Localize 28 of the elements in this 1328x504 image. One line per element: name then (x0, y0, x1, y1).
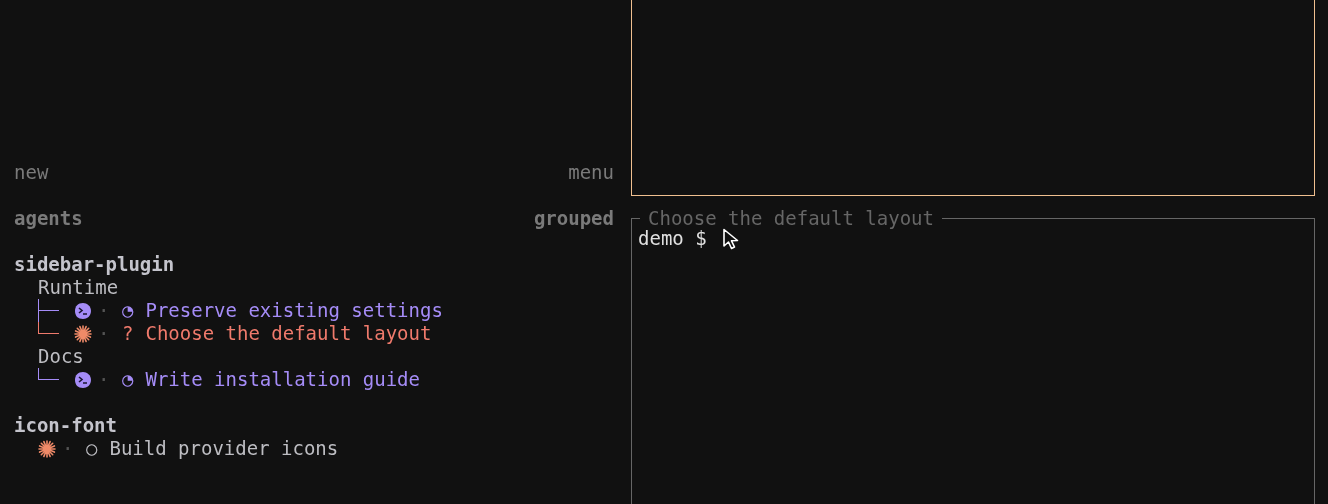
starburst-icon (38, 439, 56, 458)
separator-dot: · (98, 368, 110, 391)
separator-dot: · (98, 322, 110, 345)
project-name[interactable]: icon-font (14, 414, 117, 437)
view-label: agents (14, 207, 83, 230)
new-action[interactable]: new (14, 161, 49, 184)
separator-dot: · (98, 299, 110, 322)
mouse-pointer-icon (722, 228, 740, 250)
terminal-prompt: demo $ (638, 227, 707, 250)
status-symbol: ◔ (122, 368, 134, 391)
starburst-icon (74, 324, 92, 343)
task-title[interactable]: Write installation guide (145, 368, 420, 391)
terminal-icon (74, 370, 92, 389)
status-symbol: ○ (86, 437, 98, 460)
project-name[interactable]: sidebar-plugin (14, 253, 175, 276)
menu-action[interactable]: menu (568, 161, 614, 184)
terminal-pane[interactable] (631, 0, 1315, 196)
task-title[interactable]: Preserve existing settings (145, 299, 443, 322)
task-title[interactable]: Choose the default layout (145, 322, 432, 345)
separator-dot: · (62, 437, 74, 460)
status-symbol: ? (122, 322, 134, 345)
pane-title: Choose the default layout (647, 207, 935, 230)
group-name[interactable]: Docs (38, 345, 84, 368)
terminal-icon (74, 301, 92, 320)
group-name[interactable]: Runtime (38, 276, 119, 299)
task-title[interactable]: Build provider icons (109, 437, 339, 460)
status-symbol: ◔ (122, 299, 134, 322)
grouping-label[interactable]: grouped (533, 207, 614, 230)
